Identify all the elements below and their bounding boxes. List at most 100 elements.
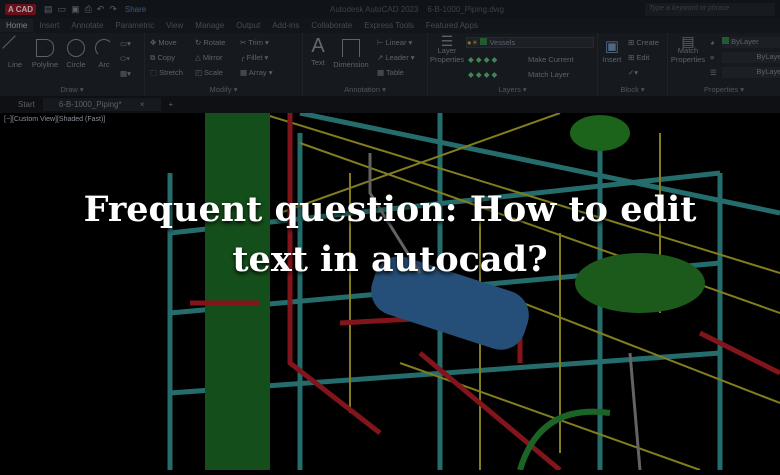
dimension-label: Dimension [333,60,369,69]
linetype-dropdown[interactable]: ByLayer [722,67,780,78]
color-dropdown[interactable]: ByLayer [722,37,780,48]
tab-output[interactable]: Output [230,21,266,30]
lineweight-icon: ≡ [710,53,715,62]
tab-collaborate[interactable]: Collaborate [305,21,358,30]
start-tab[interactable]: Start [10,98,43,111]
layer-color-swatch [480,38,488,45]
block-panel-label[interactable]: Block ▾ [598,85,667,94]
layer-properties-label: Layer Properties [430,46,465,64]
viewport-controls[interactable]: [−][Custom View][Shaded (Fast)] [4,116,105,123]
layer-properties-button[interactable]: ☰ Layer Properties [430,33,465,64]
rotate-button[interactable]: ↻ Rotate [195,38,225,47]
circle-button[interactable]: Circle [64,39,88,69]
share-button[interactable]: Share [125,5,146,14]
text-label: Text [311,58,325,67]
fillet-button[interactable]: ╭ Fillet ▾ [240,53,268,62]
close-icon[interactable]: × [132,98,153,111]
layer-dropdown[interactable]: ●☀ Vessels [466,37,594,48]
line-label: Line [7,60,23,69]
current-layer: Vessels [489,38,516,47]
rectangle-icon[interactable]: ▭▾ [120,39,131,48]
match-properties-label: Match Properties [670,46,706,64]
layers-icon: ☰ [440,33,454,49]
layers-panel-label[interactable]: Layers ▾ [428,85,597,94]
stretch-button[interactable]: ⬚ Stretch [150,68,183,77]
search-input[interactable]: Type a keyword or phrase [645,3,775,16]
table-button[interactable]: ▦ Table [377,68,404,77]
modify-panel: ✥ Move ↻ Rotate ✂ Trim ▾ ⧉ Copy △ Mirror… [145,33,303,96]
headline-line-2: text in autocad? [232,239,548,280]
annotation-panel-label[interactable]: Annotation ▾ [303,85,427,94]
new-tab-plus-icon[interactable]: + [161,98,182,111]
copy-button[interactable]: ⧉ Copy [150,53,175,63]
leader-button[interactable]: ↗ Leader ▾ [377,53,415,62]
lineweight-dropdown[interactable]: ByLayer [722,52,780,63]
title-bar: A CAD ▤ ▭ ▣ ⎙ ↶ ↷ Share Autodesk AutoCAD 2023… [0,0,780,18]
polyline-button[interactable]: Polyline [30,39,60,69]
color-swatch [722,37,729,44]
make-current-button[interactable]: Make Current [528,55,573,64]
create-block-button[interactable]: ⊞ Create [628,38,659,47]
undo-icon[interactable]: ↶ [97,4,105,15]
arc-button[interactable]: Arc [94,39,114,69]
leader-label: Leader ▾ [385,53,415,62]
tab-add-ins[interactable]: Add-ins [266,21,305,30]
draw-panel-label[interactable]: Draw ▾ [0,85,144,94]
insert-icon: ▣ [604,38,620,55]
tab-manage[interactable]: Manage [189,21,230,30]
tab-view[interactable]: View [160,21,189,30]
block-panel: ▣ Insert ⊞ Create ⊞ Edit ✓▾ Block ▾ [598,33,668,96]
properties-panel-label[interactable]: Properties ▾ [668,85,780,94]
insert-button[interactable]: ▣ Insert [600,37,624,64]
insert-label: Insert [602,55,622,64]
block-attributes-icon[interactable]: ✓▾ [628,68,638,77]
tab-annotate[interactable]: Annotate [65,21,109,30]
open-icon[interactable]: ▭ [58,4,67,15]
scale-button[interactable]: ◰ Scale [195,68,223,77]
annotation-panel: A Text Dimension ⊢ Linear ▾ ↗ Leader ▾ ▦ … [303,33,428,96]
array-button[interactable]: ▦ Array ▾ [240,68,273,77]
tab-express-tools[interactable]: Express Tools [358,21,420,30]
hatch-icon[interactable]: ▦▾ [120,69,131,78]
polyline-label: Polyline [31,60,59,69]
linear-button[interactable]: ⊢ Linear ▾ [377,38,412,47]
tab-insert[interactable]: Insert [33,21,65,30]
move-button[interactable]: ✥ Move [150,38,177,47]
properties-panel: ▤Match Properties ◕ ByLayer ≡ ByLayer ☰ … [668,33,780,96]
modify-panel-label[interactable]: Modify ▾ [145,85,302,94]
move-label: Move [158,38,177,47]
match-properties-button[interactable]: ▤ Match Properties [670,34,706,64]
redo-icon[interactable]: ↷ [109,4,117,15]
ellipse-icon[interactable]: ⬭▾ [120,54,130,64]
drawing-viewport[interactable] [0,110,780,472]
dimension-button[interactable]: Dimension [331,39,371,69]
line-icon [2,35,28,61]
dimension-icon [342,39,360,57]
green-pipe-end [570,115,630,151]
match-layer-button[interactable]: Match Layer [528,70,569,79]
file-tab[interactable]: 6-B-1000_Piping* × [42,98,161,111]
trim-button[interactable]: ✂ Trim ▾ [240,38,269,47]
fillet-label: Fillet ▾ [246,53,269,62]
arc-label: Arc [98,60,110,69]
tab-featured-apps[interactable]: Featured Apps [420,21,484,30]
polyline-icon [36,39,54,57]
linetype-icon: ☰ [710,68,717,77]
mirror-button[interactable]: △ Mirror [195,53,222,62]
text-button[interactable]: A Text [307,35,329,67]
line-button[interactable]: Line [2,35,28,69]
tab-home[interactable]: Home [0,19,34,32]
new-icon[interactable]: ▤ [44,4,53,15]
save-icon[interactable]: ▣ [71,4,80,15]
layer-tools-icons-2[interactable]: ◆ ◆ ◆ ◆ [468,70,497,79]
print-icon[interactable]: ⎙ [85,4,92,15]
ribbon: Line Polyline Circle Arc ▭▾ ⬭▾ ▦▾ Draw ▾… [0,33,780,96]
edit-block-button[interactable]: ⊞ Edit [628,53,649,62]
autocad-logo[interactable]: A CAD [5,3,37,15]
tab-parametric[interactable]: Parametric [109,21,160,30]
lineweight-value: ByLayer [756,52,780,61]
table-label: Table [386,68,404,77]
layer-tools-icons[interactable]: ◆ ◆ ◆ ◆ [468,55,497,64]
app-name: Autodesk AutoCAD 2023 [330,4,419,14]
green-column [205,113,270,470]
